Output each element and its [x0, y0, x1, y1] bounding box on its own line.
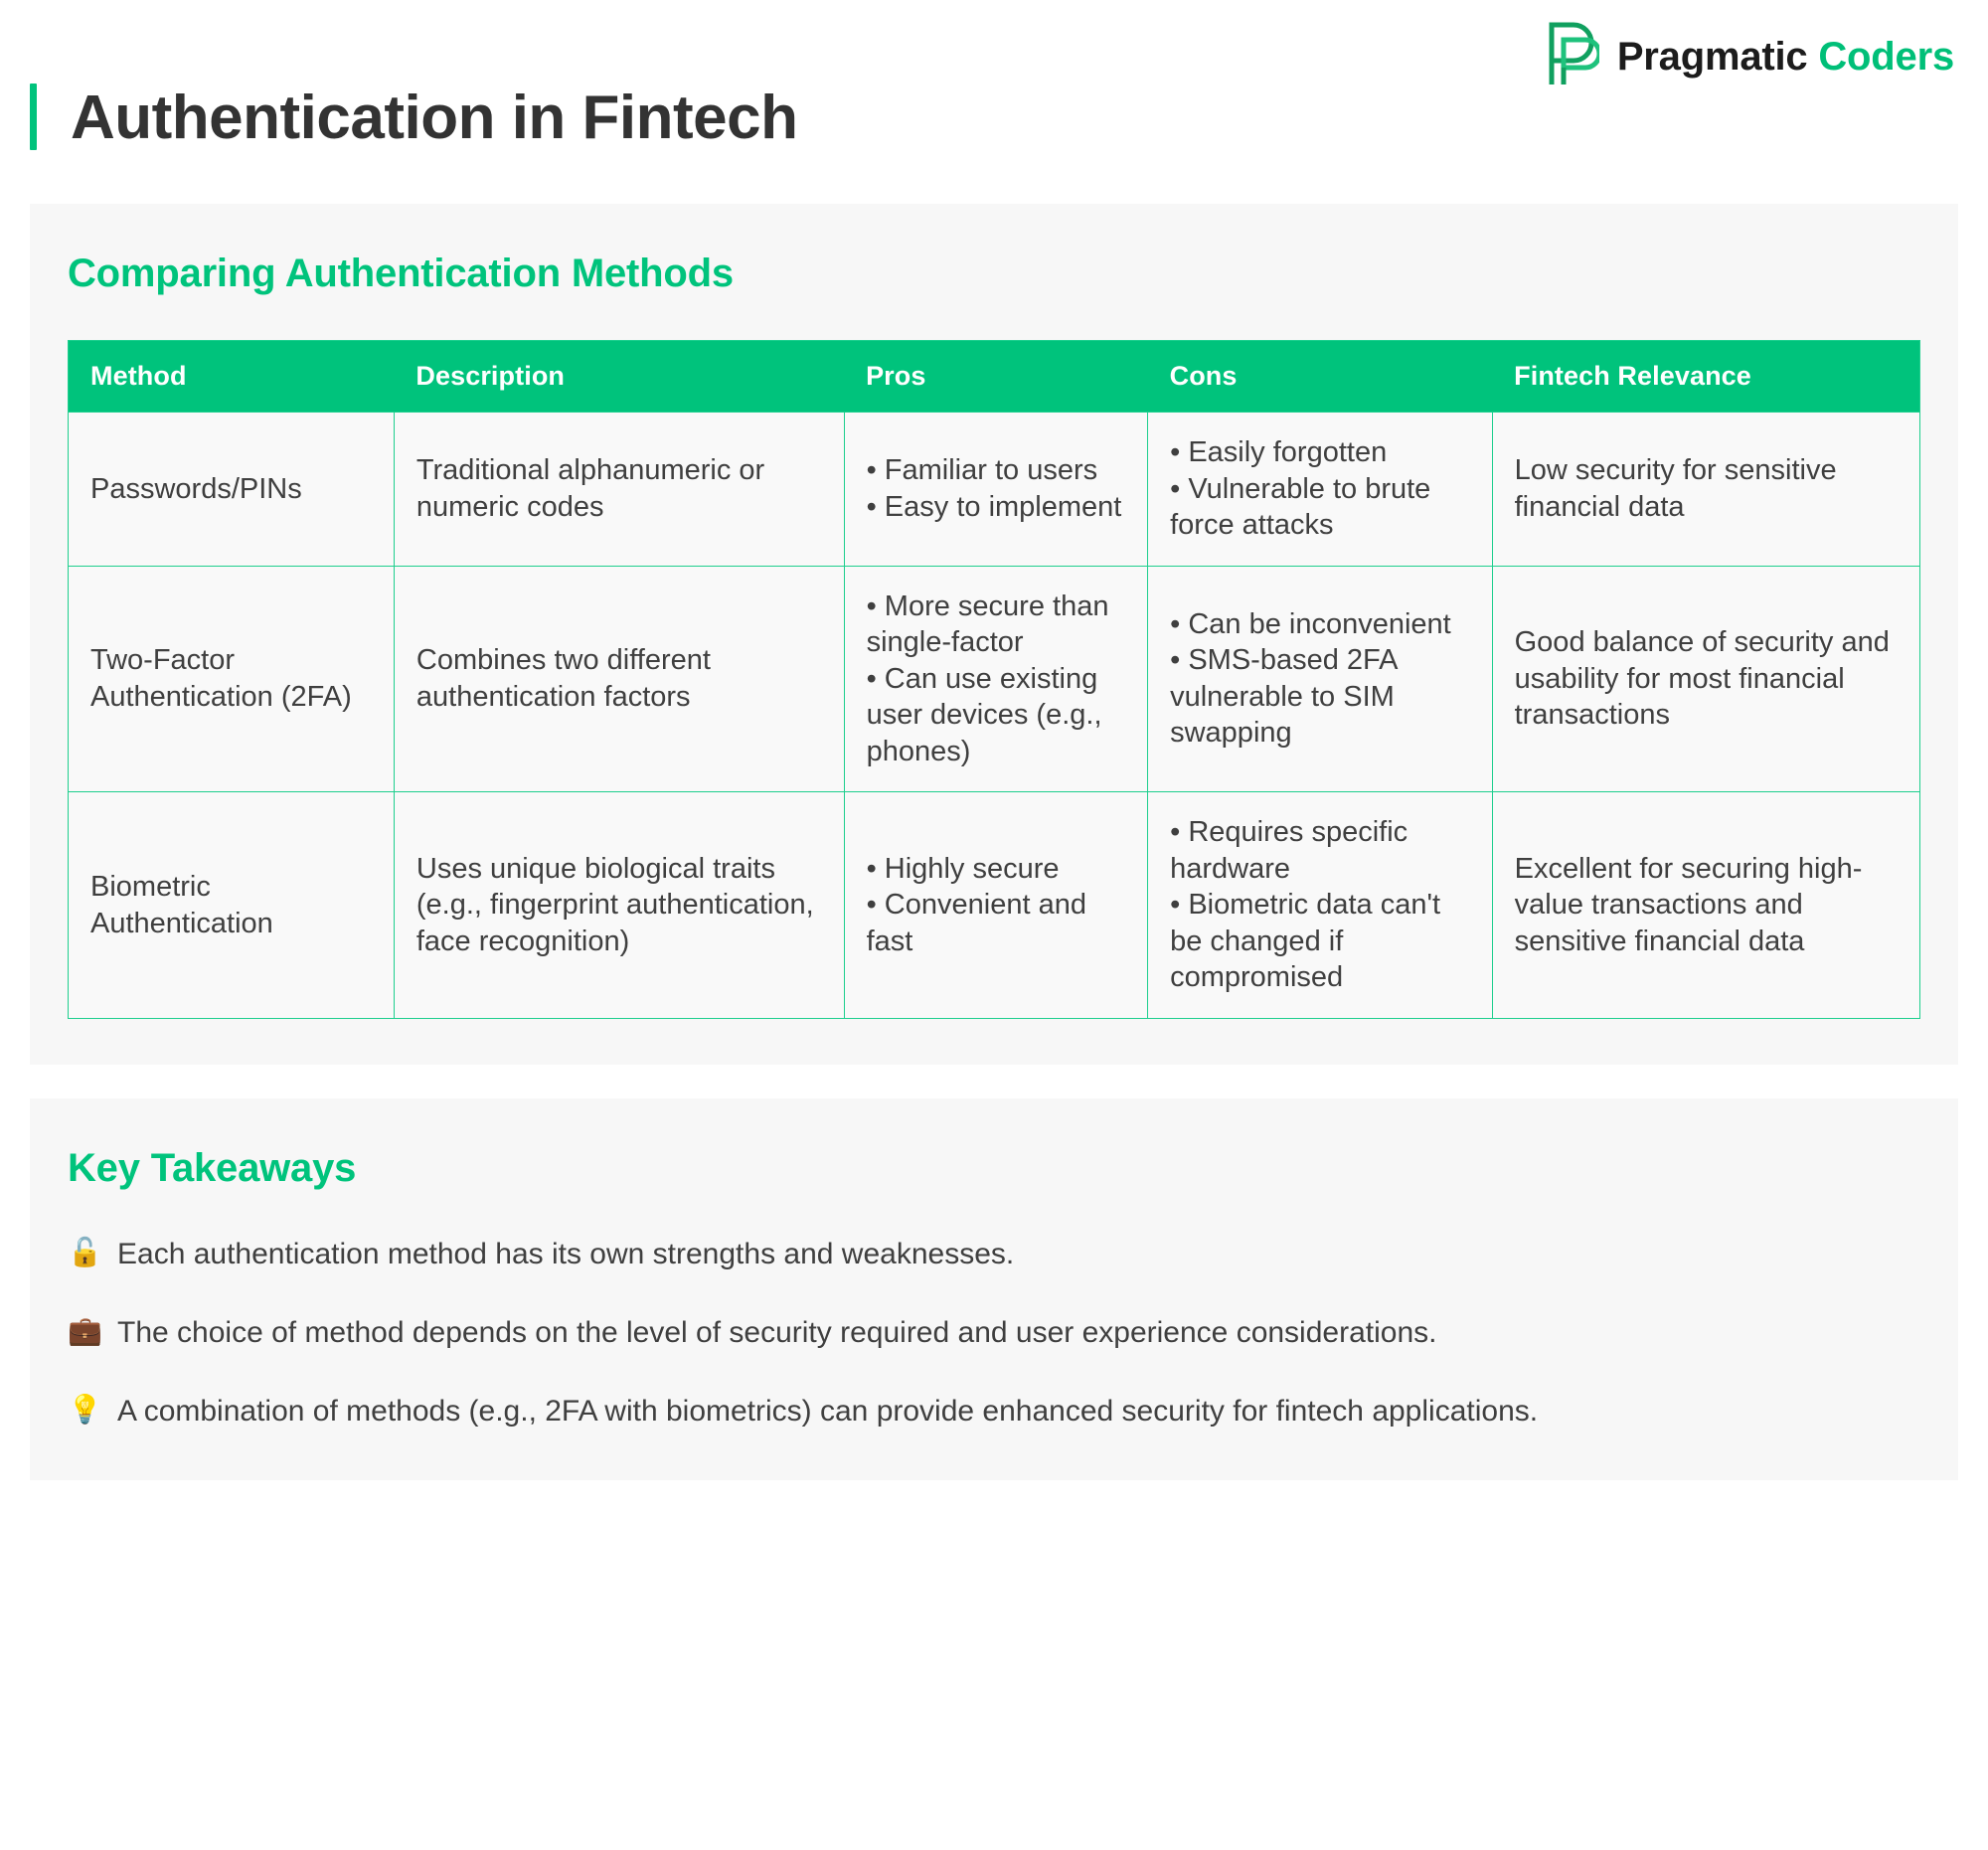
list-item: Highly secure	[867, 851, 1126, 888]
page-title: Authentication in Fintech	[71, 84, 798, 152]
briefcase-icon: 💼	[68, 1314, 102, 1346]
cell-method: Biometric Authentication	[68, 791, 395, 1019]
title-accent-bar	[30, 84, 37, 151]
list-item: Requires specific hardware	[1170, 814, 1470, 887]
list-item: Can use existing user devices (e.g., pho…	[867, 661, 1126, 770]
open-lock-icon: 🔓	[68, 1236, 102, 1267]
comparison-heading: Comparing Authentication Methods	[68, 252, 734, 295]
cell-description: Combines two different authentication fa…	[393, 565, 845, 793]
list-item: 🔓 Each authentication method has its own…	[68, 1235, 1920, 1273]
column-header-pros: Pros	[844, 340, 1148, 413]
light-bulb-icon: 💡	[68, 1393, 102, 1425]
cell-method: Passwords/PINs	[68, 412, 395, 567]
pros-list: Familiar to users Easy to implement	[867, 452, 1126, 525]
cell-cons: Easily forgotten Vulnerable to brute for…	[1147, 412, 1493, 567]
brand-logo: Pragmatic Coders	[1548, 22, 1954, 92]
cons-list: Easily forgotten Vulnerable to brute for…	[1170, 434, 1470, 544]
page-header: Pragmatic Coders Authentication in Finte…	[0, 0, 1988, 204]
list-item: Easy to implement	[867, 489, 1126, 526]
title-block: Authentication in Fintech	[30, 84, 798, 152]
key-takeaways-heading: Key Takeaways	[68, 1145, 357, 1190]
list-item: Can be inconvenient	[1170, 606, 1470, 643]
cons-list: Can be inconvenient SMS-based 2FA vulner…	[1170, 606, 1470, 752]
cell-method: Two-Factor Authentication (2FA)	[68, 565, 395, 793]
list-item: Familiar to users	[867, 452, 1126, 489]
table-header-row: Method Description Pros Cons Fintech Rel…	[68, 340, 1920, 413]
comparison-panel: Comparing Authentication Methods Method …	[30, 204, 1958, 1065]
column-header-relevance: Fintech Relevance	[1492, 340, 1920, 413]
list-item: Biometric data can't be changed if compr…	[1170, 887, 1470, 996]
cell-relevance: Low security for sensitive financial dat…	[1491, 412, 1921, 567]
table-row: Biometric Authentication Uses unique bio…	[68, 791, 1921, 1019]
cell-cons: Can be inconvenient SMS-based 2FA vulner…	[1147, 565, 1493, 793]
column-header-cons: Cons	[1147, 340, 1493, 413]
list-item: 💡 A combination of methods (e.g., 2FA wi…	[68, 1392, 1920, 1430]
table-row: Passwords/PINs Traditional alphanumeric …	[68, 412, 1921, 567]
list-item: 💼 The choice of method depends on the le…	[68, 1313, 1920, 1352]
authentication-methods-table: Method Description Pros Cons Fintech Rel…	[68, 340, 1921, 1019]
cell-relevance: Excellent for securing high-value transa…	[1491, 791, 1921, 1019]
list-item: SMS-based 2FA vulnerable to SIM swapping	[1170, 642, 1470, 752]
pros-list: Highly secure Convenient and fast	[867, 851, 1126, 960]
takeaway-text: Each authentication method has its own s…	[117, 1237, 1015, 1270]
cons-list: Requires specific hardware Biometric dat…	[1170, 814, 1470, 996]
pros-list: More secure than single-factor Can use e…	[867, 589, 1126, 770]
key-takeaways-panel: Key Takeaways 🔓 Each authentication meth…	[30, 1097, 1958, 1480]
column-header-description: Description	[394, 340, 845, 413]
key-takeaways-list: 🔓 Each authentication method has its own…	[68, 1235, 1920, 1430]
list-item: Vulnerable to brute force attacks	[1170, 471, 1470, 544]
cell-pros: Highly secure Convenient and fast	[843, 791, 1149, 1019]
column-header-method: Method	[68, 340, 395, 413]
cell-relevance: Good balance of security and usability f…	[1491, 565, 1921, 793]
list-item: Convenient and fast	[867, 887, 1126, 959]
cell-pros: Familiar to users Easy to implement	[843, 412, 1149, 567]
cell-description: Uses unique biological traits (e.g., fin…	[393, 791, 845, 1019]
cell-pros: More secure than single-factor Can use e…	[843, 565, 1149, 793]
brand-name-second: Coders	[1818, 35, 1954, 79]
table-header: Method Description Pros Cons Fintech Rel…	[68, 340, 1920, 413]
table-row: Two-Factor Authentication (2FA) Combines…	[68, 565, 1921, 793]
table-body: Passwords/PINs Traditional alphanumeric …	[68, 412, 1921, 1019]
takeaway-text: A combination of methods (e.g., 2FA with…	[117, 1394, 1539, 1428]
takeaway-text: The choice of method depends on the leve…	[117, 1315, 1437, 1349]
cell-cons: Requires specific hardware Biometric dat…	[1147, 791, 1493, 1019]
cell-description: Traditional alphanumeric or numeric code…	[393, 412, 845, 567]
list-item: Easily forgotten	[1170, 434, 1470, 471]
list-item: More secure than single-factor	[867, 589, 1126, 661]
brand-name-first: Pragmatic	[1616, 35, 1808, 79]
pragmatic-coders-monogram-icon	[1548, 22, 1602, 92]
brand-wordmark: Pragmatic Coders	[1617, 35, 1954, 80]
